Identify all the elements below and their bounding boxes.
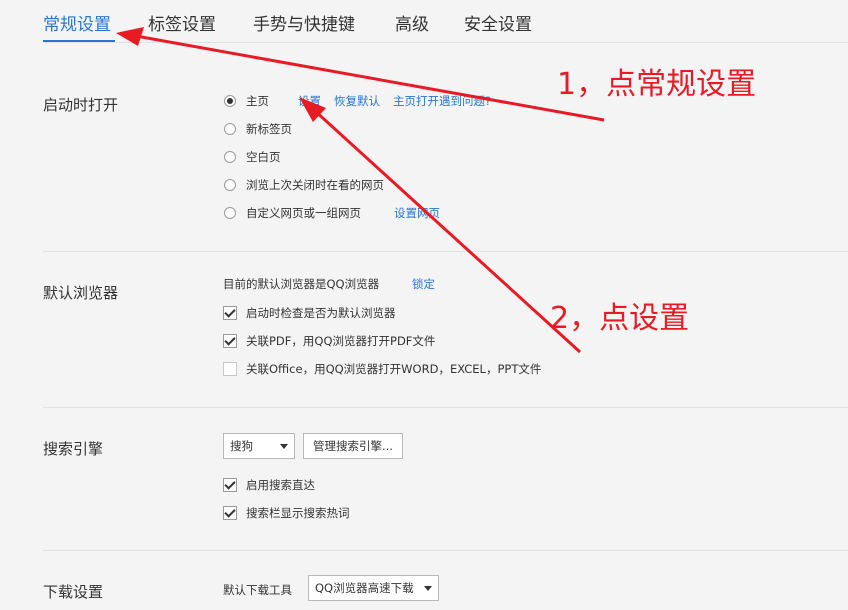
arrowhead-general-tab: [116, 27, 144, 46]
annotation-step2: 2，点设置: [550, 301, 690, 336]
arrow-to-settings-link: [312, 108, 582, 354]
arrow-to-general-tab: [135, 34, 605, 122]
annotation-step1: 1，点常规设置: [557, 67, 757, 102]
